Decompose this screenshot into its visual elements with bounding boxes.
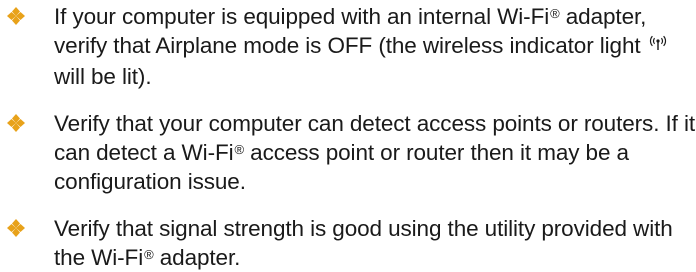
diamond-bullet-icon [6,6,26,26]
diamond-bullet-icon [6,218,26,238]
list-item: If your computer is equipped with an int… [0,2,696,91]
list-item: Verify that signal strength is good usin… [0,214,696,272]
item-text: will be lit). [54,63,152,89]
list-item: Verify that your computer can detect acc… [0,109,696,196]
item-text: If your computer is equipped with an int… [54,4,550,29]
registered-mark: ® [144,246,154,262]
item-text: adapter. [153,244,241,270]
registered-mark: ® [234,141,245,157]
diamond-bullet-icon [6,113,26,133]
registered-mark: ® [550,6,560,21]
wireless-indicator-icon [649,29,667,58]
troubleshooting-list: If your computer is equipped with an int… [0,0,696,272]
